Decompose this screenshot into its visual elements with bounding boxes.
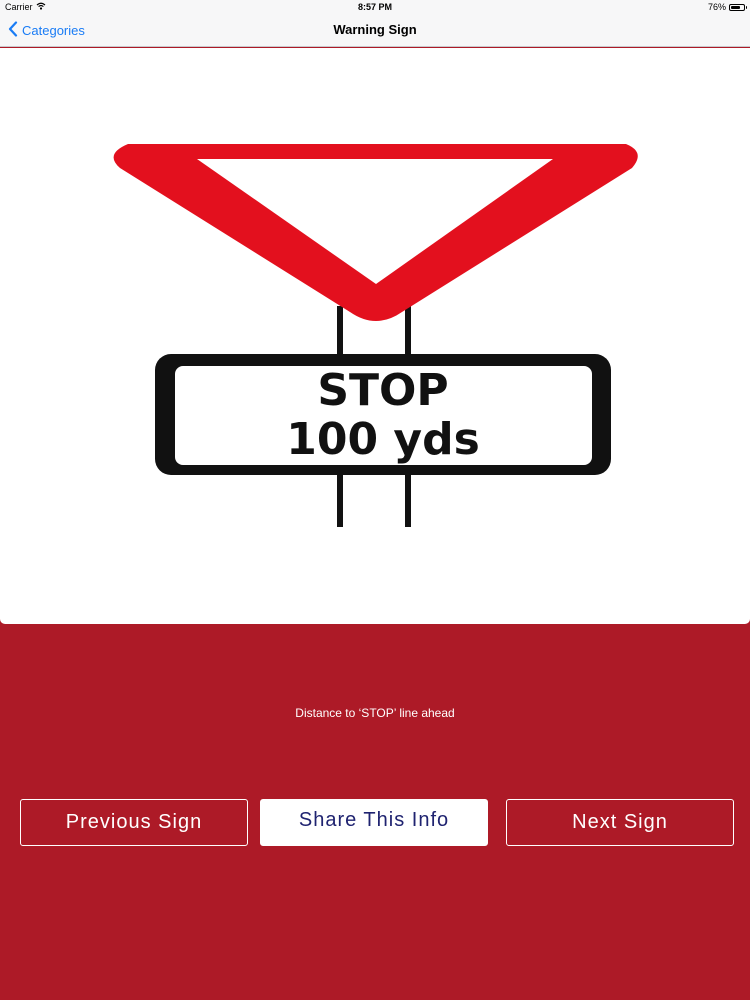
share-info-button[interactable]: Share This Info bbox=[260, 799, 488, 846]
page-title: Warning Sign bbox=[333, 22, 417, 37]
next-sign-label: Next Sign bbox=[572, 811, 668, 833]
next-sign-button[interactable]: Next Sign bbox=[506, 799, 734, 846]
sign-text-stop: STOP bbox=[317, 365, 448, 416]
share-info-label: Share This Info bbox=[298, 809, 450, 831]
previous-sign-label: Previous Sign bbox=[65, 811, 203, 833]
status-bar: Carrier 8:57 PM 76% bbox=[0, 0, 750, 14]
battery-percent: 76% bbox=[707, 2, 726, 12]
road-sign-image: STOP 100 yds bbox=[113, 144, 638, 527]
battery-icon bbox=[729, 3, 747, 11]
status-right: 76% bbox=[707, 2, 747, 12]
navigation-bar: Categories Warning Sign bbox=[0, 14, 750, 47]
sign-description: Distance to ‘STOP’ line ahead bbox=[295, 706, 455, 720]
status-time: 8:57 PM bbox=[357, 2, 392, 12]
previous-sign-button[interactable]: Previous Sign bbox=[20, 799, 248, 846]
battery-fill bbox=[731, 5, 741, 9]
sign-panel: STOP 100 yds bbox=[0, 48, 750, 624]
sign-text-distance: 100 yds bbox=[286, 414, 480, 465]
